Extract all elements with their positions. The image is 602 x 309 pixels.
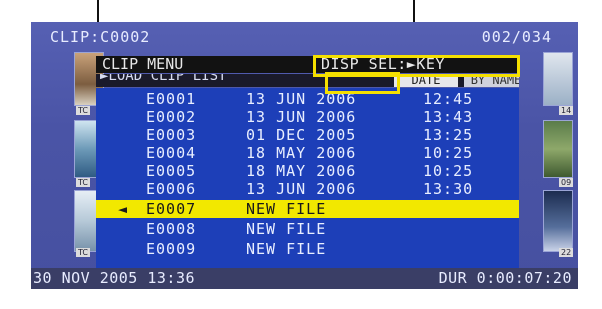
- file-date: NEW FILE: [246, 200, 327, 218]
- clip-menu-title: CLIP MENU: [102, 55, 184, 73]
- clip-number-badge: 09: [559, 178, 574, 187]
- file-time: 10:25: [423, 162, 474, 180]
- clip-thumbnail: [543, 52, 573, 106]
- clip-file-list: E0001 13 JUN 2006 12:45 E0002 13 JUN 200…: [96, 88, 519, 272]
- callout-box-date: [325, 72, 400, 94]
- load-clip-list-item[interactable]: ►LOAD CLIP LIST: [100, 74, 226, 83]
- recording-datetime: 30 NOV 2005 13:36: [33, 269, 196, 287]
- tc-label: TC: [76, 248, 91, 257]
- file-date: 18 MAY 2006: [246, 144, 357, 162]
- file-row[interactable]: E0008 NEW FILE: [96, 220, 519, 238]
- file-name: E0008: [146, 220, 197, 238]
- file-name: E0007: [146, 200, 197, 218]
- file-name: E0003: [146, 126, 197, 144]
- file-time: 13:25: [423, 126, 474, 144]
- file-date: 13 JUN 2006: [246, 180, 357, 198]
- clip-count: 002/034: [481, 28, 552, 46]
- file-row[interactable]: E0004 18 MAY 2006 10:25: [96, 144, 519, 162]
- clip-id: CLIP:C0002: [50, 28, 151, 46]
- screen-header: CLIP:C0002 002/034: [31, 25, 578, 47]
- tc-label: TC: [76, 178, 91, 187]
- status-footer: 30 NOV 2005 13:36 DUR 0:00:07:20: [31, 268, 578, 289]
- file-row[interactable]: E0005 18 MAY 2006 10:25: [96, 162, 519, 180]
- file-time: 13:30: [423, 180, 474, 198]
- file-row[interactable]: E0009 NEW FILE: [96, 240, 519, 258]
- file-name: E0005: [146, 162, 197, 180]
- clip-thumbnail: [543, 190, 573, 252]
- clip-number-badge: 22: [559, 248, 574, 257]
- file-row[interactable]: E0006 13 JUN 2006 13:30: [96, 180, 519, 198]
- file-row[interactable]: E0001 13 JUN 2006 12:45: [96, 90, 519, 108]
- file-time: 13:43: [423, 108, 474, 126]
- file-name: E0002: [146, 108, 197, 126]
- file-name: E0004: [146, 144, 197, 162]
- file-name: E0001: [146, 90, 197, 108]
- clip-duration: DUR 0:00:07:20: [438, 269, 572, 287]
- file-time: 10:25: [423, 144, 474, 162]
- tc-label: TC: [76, 106, 91, 115]
- file-row[interactable]: E0002 13 JUN 2006 13:43: [96, 108, 519, 126]
- file-row[interactable]: E0003 01 DEC 2005 13:25: [96, 126, 519, 144]
- file-name: E0006: [146, 180, 197, 198]
- file-row-selected[interactable]: ◄ E0007 NEW FILE: [96, 200, 519, 218]
- file-date: NEW FILE: [246, 240, 327, 258]
- file-date: NEW FILE: [246, 220, 327, 238]
- file-date: 01 DEC 2005: [246, 126, 357, 144]
- file-time: 12:45: [423, 90, 474, 108]
- clip-thumbnail: [543, 120, 573, 178]
- selection-arrow-icon: ◄: [118, 200, 129, 218]
- clip-number-badge: 14: [559, 106, 574, 115]
- file-name: E0009: [146, 240, 197, 258]
- file-date: 13 JUN 2006: [246, 108, 357, 126]
- file-date: 18 MAY 2006: [246, 162, 357, 180]
